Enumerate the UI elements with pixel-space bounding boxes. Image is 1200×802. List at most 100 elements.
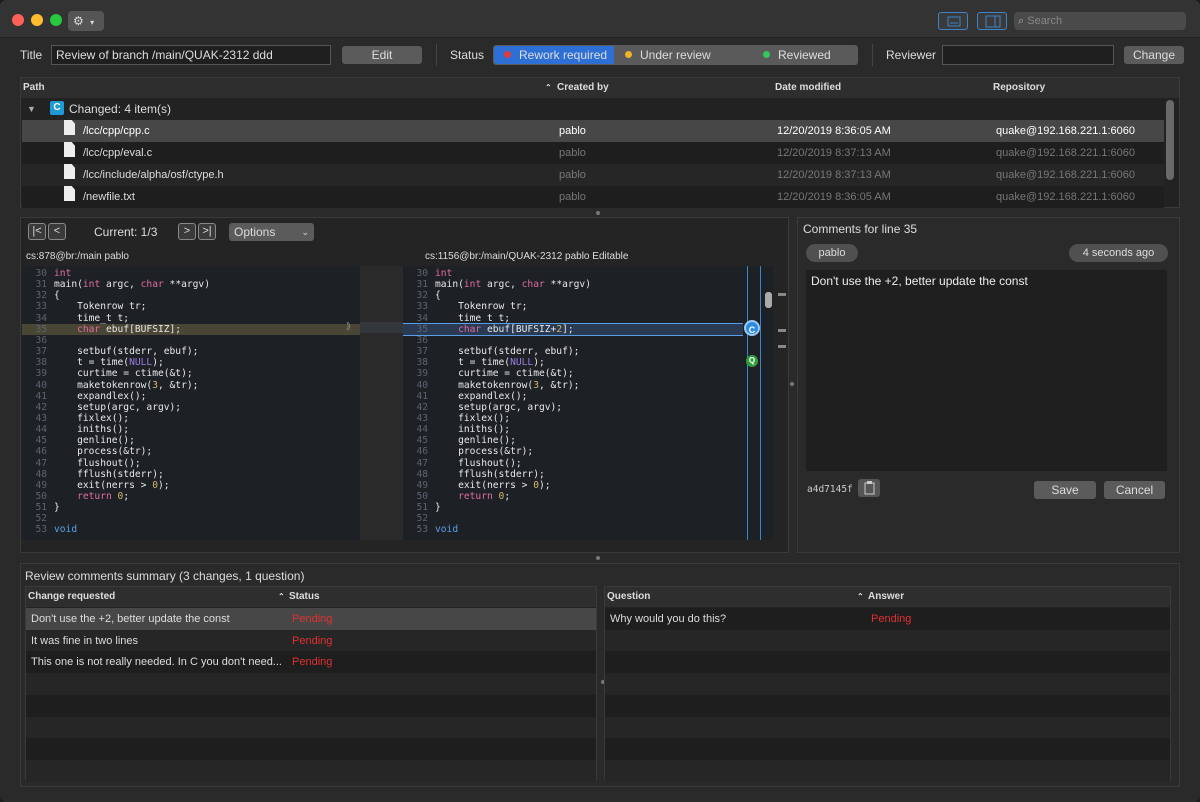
table-row[interactable]: Why would you do this? Pending xyxy=(605,608,1170,630)
left-pane-header: cs:878@br:/main pablo xyxy=(26,251,129,262)
question-marker-icon[interactable]: Q xyxy=(746,355,758,367)
column-header-answer[interactable]: Answer xyxy=(868,587,904,607)
zoom-window-button[interactable] xyxy=(50,14,62,26)
toggle-layout-button[interactable] xyxy=(938,12,968,30)
code-line: 35 char ebuf[BUFSIZ+2]; xyxy=(403,322,743,336)
last-change-button[interactable]: >| xyxy=(198,223,216,240)
table-row xyxy=(605,716,1170,739)
split-handle[interactable] xyxy=(596,211,600,215)
sort-asc-icon: ⌃ xyxy=(278,592,285,601)
chevron-down-icon: ▾ xyxy=(90,18,95,27)
column-header-question[interactable]: Question xyxy=(607,587,650,607)
line-number: 46 xyxy=(416,446,428,458)
column-header-created-by[interactable]: Created by xyxy=(557,78,609,98)
minimize-window-button[interactable] xyxy=(31,14,43,26)
cancel-comment-button[interactable]: Cancel xyxy=(1104,481,1165,499)
column-header-status[interactable]: Status xyxy=(289,587,320,607)
summary-heading: Review comments summary (3 changes, 1 qu… xyxy=(25,569,305,583)
table-row[interactable]: Don't use the +2, better update the cons… xyxy=(26,608,596,630)
disclosure-triangle-icon[interactable]: ▼ xyxy=(27,98,36,120)
save-comment-button[interactable]: Save xyxy=(1034,481,1096,499)
line-number: 43 xyxy=(35,412,47,424)
file-row[interactable]: /lcc/cpp/cpp.c pablo 12/20/2019 8:36:05 … xyxy=(22,120,1164,142)
minimap-thumb[interactable] xyxy=(765,292,772,308)
document-icon xyxy=(64,142,75,157)
previous-change-button[interactable]: < xyxy=(48,223,66,240)
code-line: 43 fixlex(); xyxy=(403,413,743,424)
code-line: 52 xyxy=(22,513,360,524)
right-code-pane[interactable]: 30 int 31 main(int argc, char **argv) 32 {33 … xyxy=(403,266,743,540)
reviewer-input[interactable] xyxy=(942,45,1114,65)
code-line: 45 genline(); xyxy=(22,435,360,446)
row-status: Pending xyxy=(292,656,333,669)
left-code-pane[interactable]: 30 int 31 main(int argc, char **argv) 32 {33 … xyxy=(22,266,360,540)
status-under-review[interactable]: Under review xyxy=(615,46,735,64)
close-window-button[interactable] xyxy=(12,14,24,26)
search-field[interactable]: ⌕ Search xyxy=(1014,12,1186,30)
code-line: 33 Tokenrow tr; xyxy=(22,301,360,312)
title-input[interactable]: Review of branch /main/QUAK-2312 ddd xyxy=(51,45,331,65)
column-header-change[interactable]: Change requested xyxy=(28,587,115,607)
column-header-path[interactable]: Path xyxy=(23,78,45,98)
settings-menu-button[interactable]: ⚙ ▾ xyxy=(68,11,104,31)
file-row[interactable]: /lcc/include/alpha/osf/ctype.h pablo 12/… xyxy=(22,164,1164,186)
comment-marker-icon[interactable]: C xyxy=(744,320,760,336)
line-number: 33 xyxy=(35,301,47,313)
code-line: 37 setbuf(stderr, ebuf); xyxy=(403,346,743,357)
toggle-sidebar-button[interactable] xyxy=(977,12,1007,30)
file-row[interactable]: /lcc/cpp/eval.c pablo 12/20/2019 8:37:13… xyxy=(22,142,1164,164)
next-change-button[interactable]: > xyxy=(178,223,196,240)
edit-button[interactable]: Edit xyxy=(342,46,422,64)
files-scrollbar[interactable] xyxy=(1166,100,1174,180)
split-handle[interactable] xyxy=(790,382,794,386)
table-row[interactable]: This one is not really needed. In C you … xyxy=(26,651,596,674)
code-line: 44 iniths(); xyxy=(22,424,360,435)
line-number: 39 xyxy=(35,368,47,380)
gear-icon: ⚙ xyxy=(73,14,84,28)
code-line: 41 expandlex(); xyxy=(22,391,360,402)
file-repo: quake@192.168.221.1:6060 xyxy=(996,169,1136,181)
line-number: 51 xyxy=(35,502,47,514)
title-bar: ⚙ ▾ ⌕ Search xyxy=(0,0,1200,38)
code-text: process(&tr); xyxy=(435,446,534,458)
search-placeholder: Search xyxy=(1027,15,1063,27)
table-row xyxy=(605,738,1170,761)
line-number: 40 xyxy=(35,379,47,391)
status-rework-required[interactable]: Rework required xyxy=(494,46,614,64)
line-number: 45 xyxy=(35,435,47,447)
line-number: 31 xyxy=(35,279,47,291)
column-header-repository[interactable]: Repository xyxy=(993,78,1045,98)
first-change-button[interactable]: |< xyxy=(28,223,46,240)
group-row-changed[interactable]: ▼ C Changed: 4 item(s) xyxy=(22,98,1164,120)
code-line: 53 void xyxy=(403,524,743,535)
comment-textarea[interactable]: Don't use the +2, better update the cons… xyxy=(806,270,1167,471)
code-line: 36 xyxy=(403,335,743,346)
line-number: 38 xyxy=(35,357,47,369)
copy-button[interactable] xyxy=(858,479,880,497)
code-line: 41 expandlex(); xyxy=(403,391,743,402)
code-line: 30 int xyxy=(22,268,360,279)
options-dropdown[interactable]: Options ⌄ xyxy=(229,223,314,241)
line-number: 40 xyxy=(416,379,428,391)
reviewer-label: Reviewer xyxy=(886,48,937,62)
code-text: process(&tr); xyxy=(54,446,153,458)
file-path: /lcc/cpp/cpp.c xyxy=(83,125,150,137)
code-line: 47 flushout(); xyxy=(403,458,743,469)
group-label: Changed: 4 item(s) xyxy=(69,102,172,116)
code-text: time_t t; xyxy=(54,312,130,324)
table-row xyxy=(26,716,596,739)
code-text: fflush(stderr); xyxy=(54,468,164,480)
chevron-right-icon: > xyxy=(183,225,191,237)
comment-time-badge: 4 seconds ago xyxy=(1069,244,1168,262)
gutter-line xyxy=(747,266,748,540)
code-line: 38 t = time(NULL); xyxy=(22,357,360,368)
status-reviewed[interactable]: Reviewed xyxy=(737,46,857,64)
code-line: 38 t = time(NULL); xyxy=(403,357,743,368)
column-header-date-modified[interactable]: Date modified xyxy=(775,78,841,98)
change-reviewer-button[interactable]: Change xyxy=(1124,46,1184,64)
changeset-id: a4d7145f xyxy=(807,484,853,495)
file-row[interactable]: /newfile.txt pablo 12/20/2019 8:36:05 AM… xyxy=(22,186,1164,208)
code-text: maketokenrow(3, &tr); xyxy=(435,379,580,391)
split-handle[interactable] xyxy=(596,556,600,560)
table-row[interactable]: It was fine in two lines Pending xyxy=(26,629,596,652)
